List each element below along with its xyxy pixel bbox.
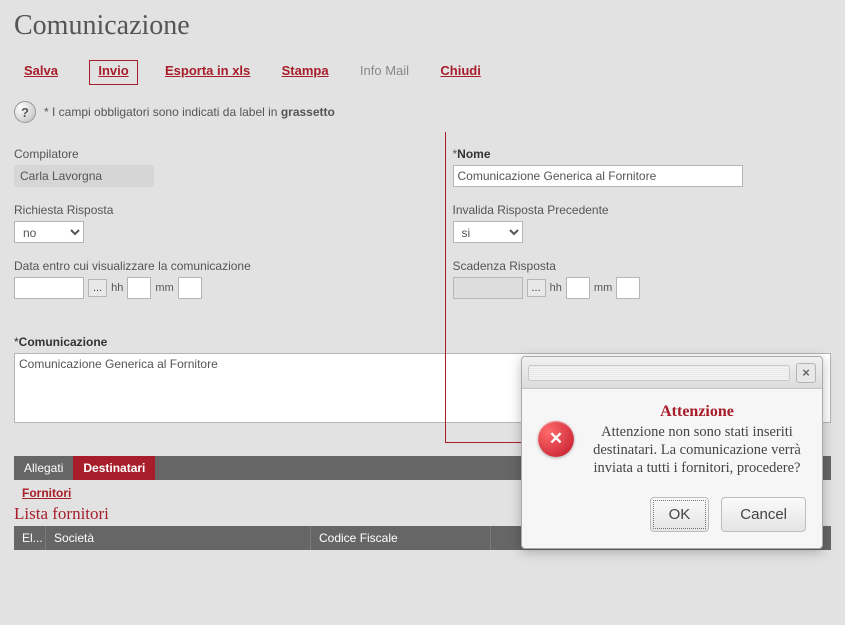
date-picker-icon[interactable]: ... (88, 279, 107, 297)
mm-label: mm (594, 282, 612, 294)
date-picker-icon[interactable]: ... (527, 279, 546, 297)
invalida-label: Invalida Risposta Precedente (453, 203, 832, 217)
invalida-select[interactable]: si (453, 221, 523, 243)
data-visual-label: Data entro cui visualizzare la comunicaz… (14, 259, 393, 273)
data-visual-mm-input[interactable] (178, 277, 202, 299)
compilatore-value: Carla Lavorgna (14, 165, 154, 187)
nome-label: *Nome (453, 147, 832, 161)
chiudi-link[interactable]: Chiudi (440, 63, 480, 78)
help-text: * I campi obbligatori sono indicati da l… (44, 105, 335, 119)
invio-link[interactable]: Invio (98, 63, 128, 78)
nome-input[interactable] (453, 165, 743, 187)
comunicazione-label: *Comunicazione (14, 335, 831, 349)
error-icon: ✕ (538, 421, 574, 457)
scadenza-hh-input[interactable] (566, 277, 590, 299)
scadenza-mm-input[interactable] (616, 277, 640, 299)
data-visual-date-input[interactable] (14, 277, 84, 299)
mm-label: mm (155, 282, 173, 294)
toolbar: Salva Invio Esporta in xls Stampa Info M… (0, 60, 845, 93)
dialog-title-decor (528, 365, 790, 381)
hh-label: hh (550, 282, 562, 294)
help-icon[interactable]: ? (14, 101, 36, 123)
info-mail-link: Info Mail (360, 63, 409, 78)
callout-line (445, 132, 446, 442)
scadenza-date-input[interactable] (453, 277, 523, 299)
richiesta-risposta-select[interactable]: no (14, 221, 84, 243)
richiesta-risposta-label: Richiesta Risposta (14, 203, 393, 217)
data-visual-hh-input[interactable] (127, 277, 151, 299)
tab-destinatari[interactable]: Destinatari (73, 456, 155, 480)
tab-allegati[interactable]: Allegati (14, 456, 73, 480)
compilatore-label: Compilatore (14, 147, 393, 161)
dialog-message: Attenzione non sono stati inseriti desti… (588, 423, 806, 477)
col-societa[interactable]: Società (46, 526, 311, 550)
stampa-link[interactable]: Stampa (282, 63, 329, 78)
confirm-dialog: × ✕ Attenzione Attenzione non sono stati… (521, 356, 823, 549)
dialog-titlebar[interactable]: × (522, 357, 822, 389)
esporta-link[interactable]: Esporta in xls (165, 63, 250, 78)
close-icon[interactable]: × (796, 363, 816, 383)
page-title: Comunicazione (14, 10, 831, 42)
help-row: ? * I campi obbligatori sono indicati da… (0, 93, 845, 147)
scadenza-label: Scadenza Risposta (453, 259, 832, 273)
salva-link[interactable]: Salva (24, 63, 58, 78)
ok-button[interactable]: OK (650, 497, 710, 532)
cancel-button[interactable]: Cancel (721, 497, 806, 532)
dialog-heading: Attenzione (588, 403, 806, 421)
fornitori-link[interactable]: Fornitori (22, 486, 71, 500)
col-codice-fiscale[interactable]: Codice Fiscale (311, 526, 491, 550)
invio-highlight-box: Invio (89, 60, 137, 85)
col-elimina[interactable]: El... (14, 526, 46, 550)
hh-label: hh (111, 282, 123, 294)
